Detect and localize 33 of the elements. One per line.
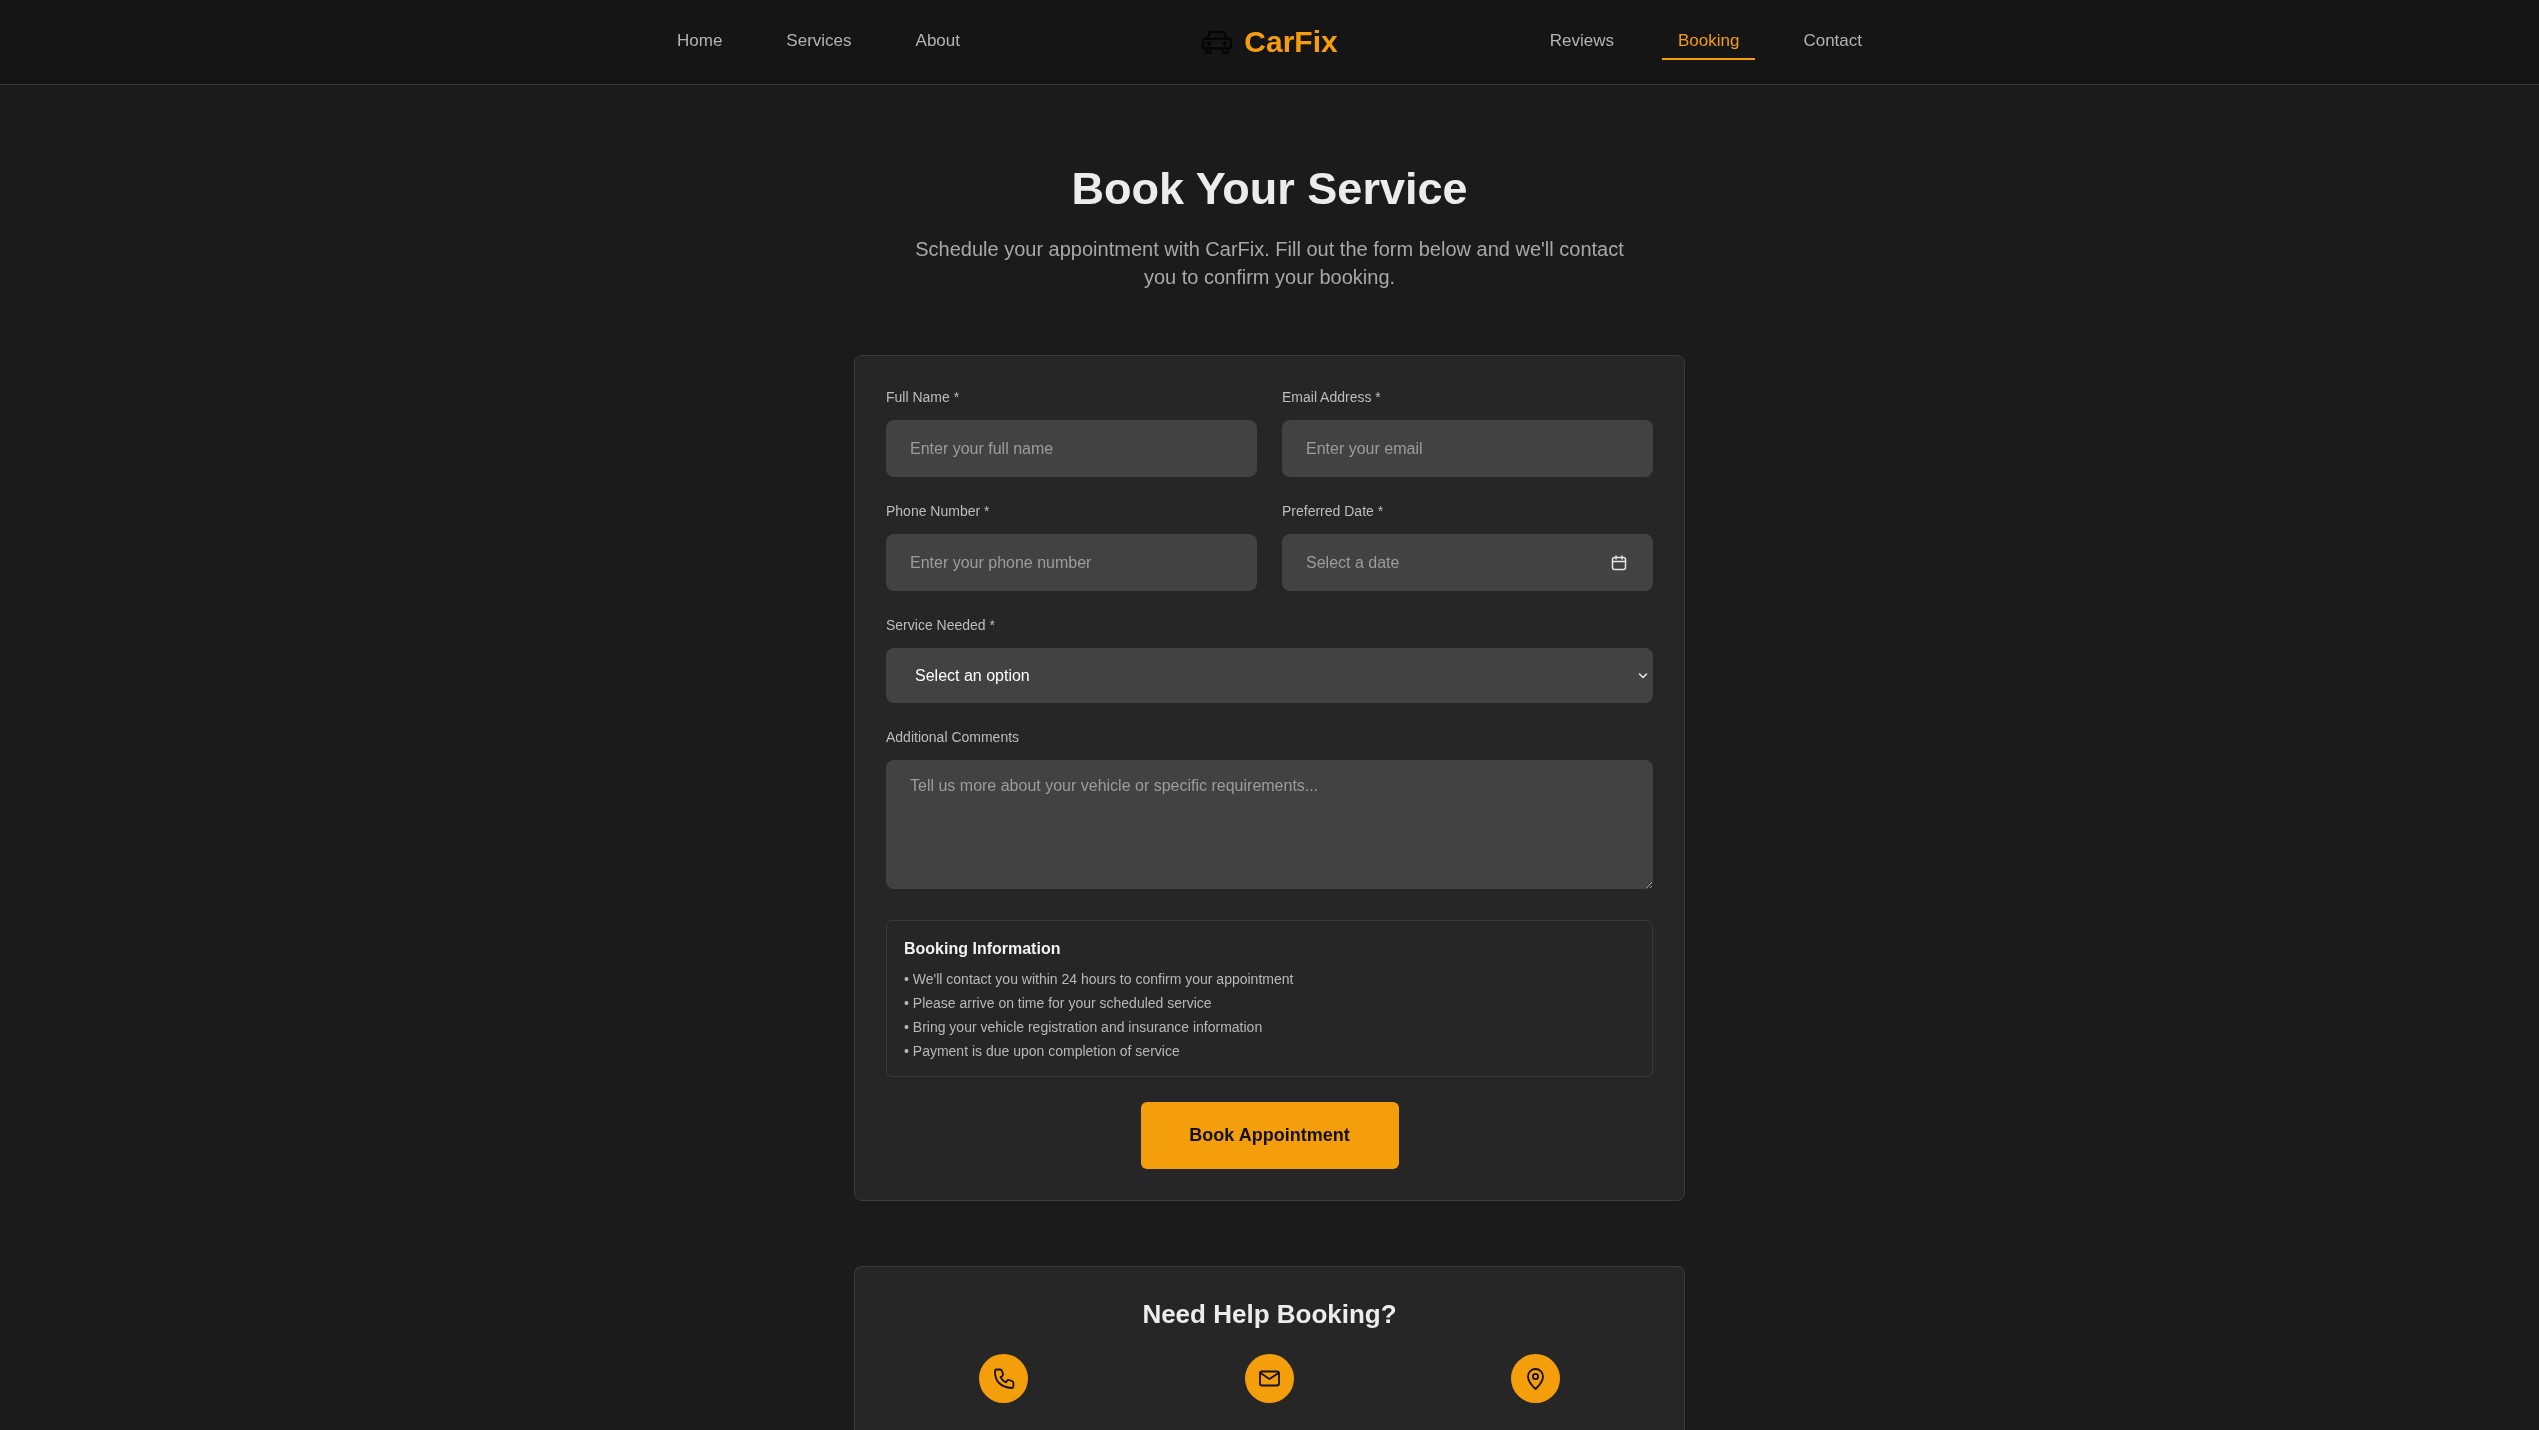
nav-link[interactable]: Reviews xyxy=(1533,24,1630,60)
service-dropdown[interactable]: Select an option xyxy=(886,648,1653,703)
nav-link[interactable]: Booking xyxy=(1661,24,1756,60)
field-label: Email Address * xyxy=(1282,388,1382,407)
nav-link[interactable]: Services xyxy=(770,24,868,60)
text-field[interactable]: Enter your full name xyxy=(886,420,1257,477)
nav-link[interactable]: Home xyxy=(661,24,739,60)
page-heading: Book Your Service xyxy=(1071,162,1468,216)
info-item: • We'll contact you within 24 hours to confirm your appointment xyxy=(904,970,1295,989)
nav-link[interactable]: Contact xyxy=(1787,24,1878,60)
info-item: • Bring your vehicle registration and insurance information xyxy=(904,1018,1264,1037)
info-item: • Payment is due upon completion of service xyxy=(904,1042,1181,1061)
field-label: Phone Number * xyxy=(886,502,991,521)
calendar-icon xyxy=(1611,554,1627,571)
field-label: Preferred Date * xyxy=(1282,502,1385,521)
chevron-down-icon xyxy=(1638,672,1648,679)
text-field[interactable]: Enter your phone number xyxy=(886,534,1257,591)
text-field[interactable]: Enter your email xyxy=(1282,420,1653,477)
info-item: • Please arrive on time for your scheduled service xyxy=(904,994,1213,1013)
field-label: Full Name * xyxy=(886,388,961,407)
envelope-icon xyxy=(1245,1354,1294,1403)
info-title: Booking Information xyxy=(904,939,1062,959)
date-field[interactable]: Select a date xyxy=(1282,534,1653,591)
phone-icon xyxy=(978,1354,1028,1403)
page-subtitle: Schedule your appointment with CarFix. Fill out the form below and we'll contact you to confirm your booking. xyxy=(914,237,1625,290)
help-heading: Need Help Booking? xyxy=(1141,1298,1398,1330)
map-pin-icon xyxy=(1511,1354,1561,1403)
brand-name[interactable]: CarFix xyxy=(1244,24,1338,60)
nav-link[interactable]: About xyxy=(899,24,976,60)
book-appointment-button[interactable]: Book Appointment xyxy=(1140,1102,1399,1169)
field-label: Additional Comments xyxy=(886,728,1021,747)
comments-field[interactable]: Tell us more about your vehicle or specific requirements... xyxy=(886,760,1653,889)
field-label: Service Needed * xyxy=(886,616,996,635)
